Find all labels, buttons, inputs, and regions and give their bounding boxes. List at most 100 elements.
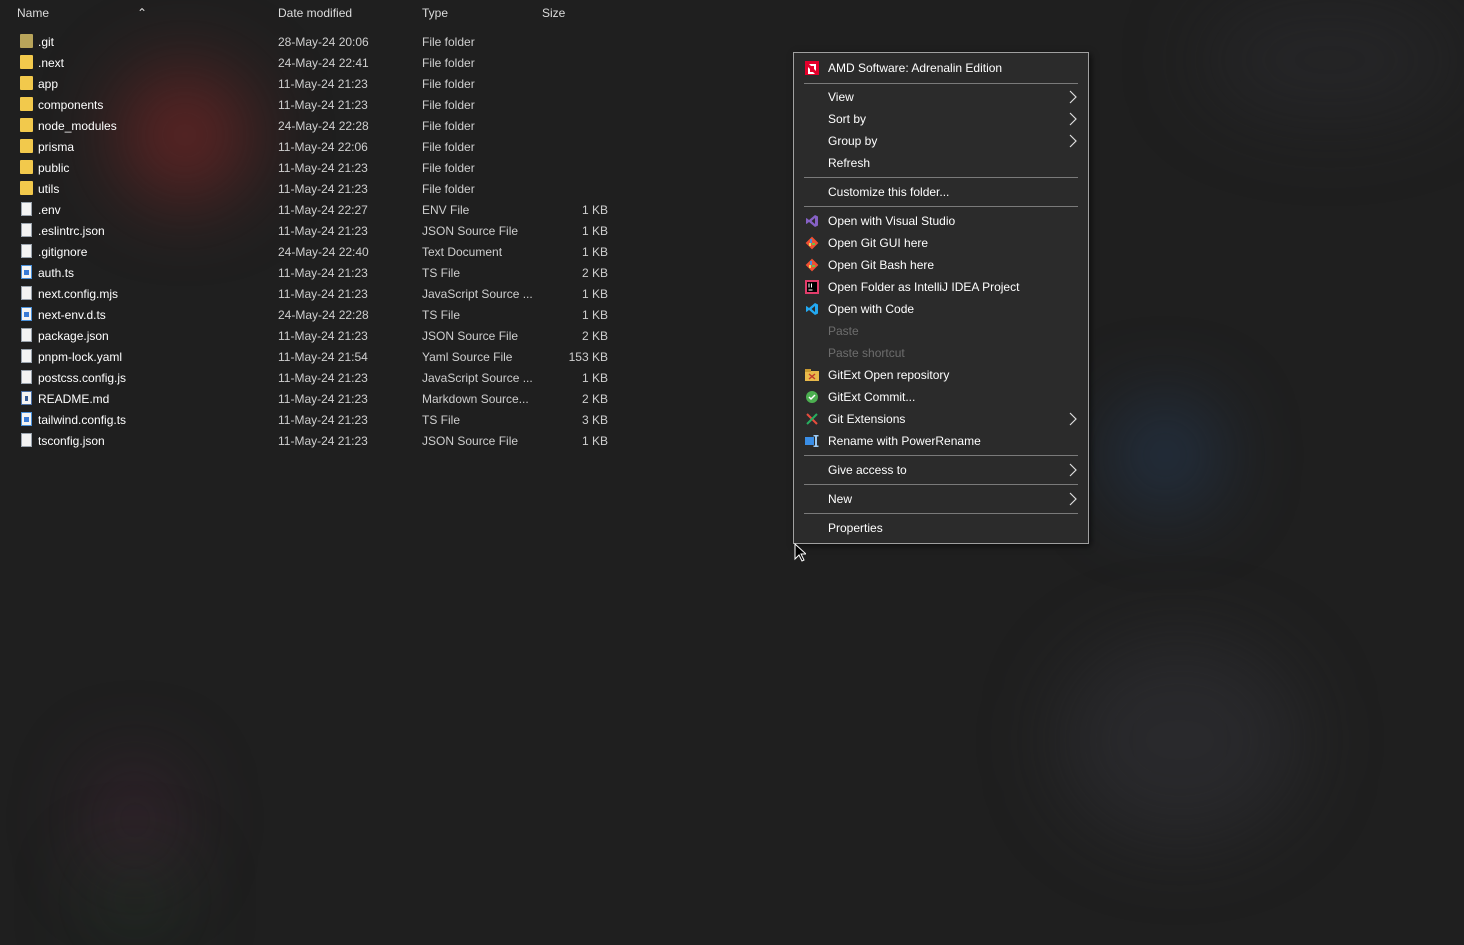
file-size: 2 KB [581,266,608,280]
file-date-modified: 11-May-24 22:06 [278,140,368,154]
file-type: JSON Source File [422,329,519,343]
file-row[interactable]: prisma 11-May-24 22:06 File folder [0,136,760,157]
menu-item-label: Open Folder as IntelliJ IDEA Project [828,280,1020,294]
menu-item-gitext-commit[interactable]: GitExt Commit... [794,386,1088,408]
file-date-modified: 11-May-24 21:23 [278,224,368,238]
file-type: JavaScript Source ... [422,287,533,301]
file-size: 1 KB [581,203,608,217]
menu-separator [804,206,1078,207]
file-row[interactable]: postcss.config.js 11-May-24 21:23 JavaScri… [0,367,760,388]
menu-item-git-extensions[interactable]: Git Extensions [794,408,1088,430]
file-type: Markdown Source... [422,392,529,406]
column-header-type[interactable]: Type [422,6,448,20]
menu-item-open-with-code[interactable]: Open with Code [794,298,1088,320]
chevron-right-icon [1069,112,1077,126]
file-row[interactable]: .git 28-May-24 20:06 File folder [0,31,760,52]
yaml-file-icon [21,349,32,363]
menu-item-label: Open Git Bash here [828,258,935,272]
file-size: 3 KB [581,413,608,427]
file-row[interactable]: .next 24-May-24 22:41 File folder [0,52,760,73]
menu-item-customize-folder[interactable]: Customize this folder... [794,181,1088,203]
menu-item-label: Properties [828,521,883,535]
menu-item-open-git-bash[interactable]: Open Git Bash here [794,254,1088,276]
menu-item-label: Rename with PowerRename [828,434,981,448]
file-date-modified: 11-May-24 21:23 [278,98,368,112]
menu-item-view[interactable]: View [794,86,1088,108]
chevron-right-icon [1069,412,1077,426]
file-type: Yaml Source File [422,350,513,364]
file-icon [21,202,32,216]
menu-item-open-visual-studio[interactable]: Open with Visual Studio [794,210,1088,232]
visual-studio-icon [805,214,819,228]
menu-item-label: New [828,492,853,506]
folder-icon [20,76,33,90]
file-row[interactable]: .gitignore 24-May-24 22:40 Text Document 1 … [0,241,760,262]
file-name: .git [38,35,55,49]
file-name: pnpm-lock.yaml [38,350,123,364]
file-row[interactable]: public 11-May-24 21:23 File folder [0,157,760,178]
folder-icon [20,160,33,174]
context-menu: AMD Software: Adrenalin Edition View Sor… [793,52,1089,544]
menu-item-label: Sort by [828,112,867,126]
file-date-modified: 11-May-24 22:27 [278,203,368,217]
file-row[interactable]: pnpm-lock.yaml 11-May-24 21:54 Yaml Source… [0,346,760,367]
file-name: .next [38,56,65,70]
file-name: postcss.config.js [38,371,127,385]
ts-file-icon [21,265,32,279]
file-date-modified: 11-May-24 21:23 [278,329,368,343]
menu-item-open-git-gui[interactable]: Open Git GUI here [794,232,1088,254]
menu-item-give-access-to[interactable]: Give access to [794,459,1088,481]
folder-icon [20,55,33,69]
column-header-date[interactable]: Date modified [278,6,352,20]
menu-item-amd-software[interactable]: AMD Software: Adrenalin Edition [794,57,1088,79]
menu-item-label: Give access to [828,463,907,477]
file-row[interactable]: auth.ts 11-May-24 21:23 TS File 2 KB [0,262,760,283]
file-name: utils [38,182,60,196]
file-name: components [38,98,104,112]
file-type: JavaScript Source ... [422,371,533,385]
file-row[interactable]: next-env.d.ts 24-May-24 22:28 TS File 1 KB [0,304,760,325]
file-row[interactable]: .env 11-May-24 22:27 ENV File 1 KB [0,199,760,220]
column-header-name[interactable]: Name [17,6,49,20]
file-date-modified: 24-May-24 22:41 [278,56,369,70]
menu-item-label: GitExt Open repository [828,368,950,382]
powerrename-icon [805,434,819,448]
json-file-icon [21,433,32,447]
file-row[interactable]: .eslintrc.json 11-May-24 21:23 JSON Source… [0,220,760,241]
folder-icon [20,97,33,111]
menu-item-open-intellij[interactable]: Open Folder as IntelliJ IDEA Project [794,276,1088,298]
file-date-modified: 11-May-24 21:23 [278,371,368,385]
menu-item-refresh[interactable]: Refresh [794,152,1088,174]
file-row[interactable]: README.md 11-May-24 21:23 Markdown Source.… [0,388,760,409]
menu-item-label: Open with Visual Studio [828,214,956,228]
file-size: 1 KB [581,245,608,259]
file-name: next.config.mjs [38,287,119,301]
menu-item-gitext-open-repository[interactable]: GitExt Open repository [794,364,1088,386]
gitext-open-repository-icon [805,368,819,382]
menu-item-rename-powerrename[interactable]: Rename with PowerRename [794,430,1088,452]
file-row[interactable]: next.config.mjs 11-May-24 21:23 JavaScript… [0,283,760,304]
file-row[interactable]: components 11-May-24 21:23 File folder [0,94,760,115]
file-row[interactable]: app 11-May-24 21:23 File folder [0,73,760,94]
file-date-modified: 11-May-24 21:54 [278,350,368,364]
menu-item-paste: Paste [794,320,1088,342]
file-row[interactable]: node_modules 24-May-24 22:28 File folder [0,115,760,136]
file-row[interactable]: tsconfig.json 11-May-24 21:23 JSON Source … [0,430,760,451]
menu-item-new[interactable]: New [794,488,1088,510]
menu-separator [804,177,1078,178]
json-file-icon [21,328,32,342]
menu-item-sort-by[interactable]: Sort by [794,108,1088,130]
menu-separator [804,455,1078,456]
file-name: next-env.d.ts [38,308,106,322]
file-row[interactable]: tailwind.config.ts 11-May-24 21:23 TS File… [0,409,760,430]
file-date-modified: 24-May-24 22:28 [278,119,369,133]
menu-item-properties[interactable]: Properties [794,517,1088,539]
sort-ascending-icon: ⌃ [137,6,148,20]
intellij-idea-icon [805,280,819,294]
file-row[interactable]: package.json 11-May-24 21:23 JSON Source F… [0,325,760,346]
file-name: .eslintrc.json [38,224,105,238]
file-row[interactable]: utils 11-May-24 21:23 File folder [0,178,760,199]
file-name: node_modules [38,119,117,133]
menu-item-group-by[interactable]: Group by [794,130,1088,152]
column-header-size[interactable]: Size [542,6,565,20]
